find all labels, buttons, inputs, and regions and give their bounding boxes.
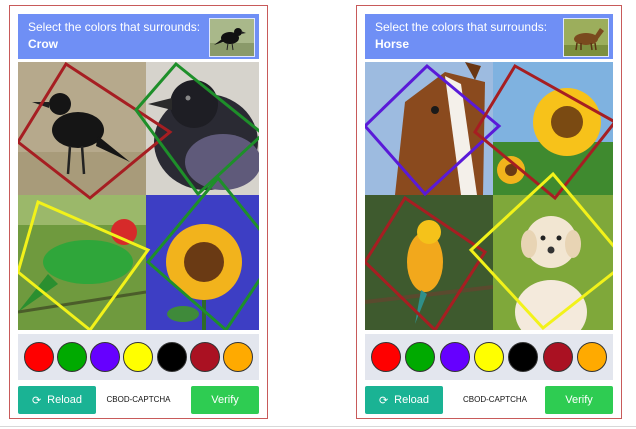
- captcha-prompt: Select the colors that surrounds:: [28, 20, 201, 34]
- captcha-target: Horse: [375, 37, 410, 51]
- captcha-prompt: Select the colors that surrounds:: [375, 20, 548, 34]
- swatch-yellow[interactable]: [123, 342, 154, 372]
- captcha-footer: ⟳ Reload CBOD-CAPTCHA Verify: [365, 386, 613, 416]
- tile-puppy[interactable]: [493, 195, 613, 330]
- swatch-green[interactable]: [405, 342, 436, 372]
- captcha-target: Crow: [28, 37, 58, 51]
- tile-horse-head[interactable]: [365, 62, 493, 195]
- bottom-divider: [0, 426, 636, 427]
- swatch-orange[interactable]: [576, 342, 607, 372]
- captcha-header: Select the colors that surrounds: Horse: [365, 14, 613, 59]
- verify-button[interactable]: Verify: [545, 386, 613, 414]
- tile-crow-on-grass[interactable]: [18, 62, 146, 195]
- swatch-purple[interactable]: [90, 342, 121, 372]
- swatch-darkred[interactable]: [190, 342, 221, 372]
- captcha-widget-crow: Select the colors that surrounds: Crow ⟳…: [9, 5, 268, 419]
- swatch-yellow[interactable]: [473, 342, 504, 372]
- captcha-image-grid[interactable]: [365, 62, 613, 330]
- captcha-header: Select the colors that surrounds: Crow: [18, 14, 259, 59]
- swatch-red[interactable]: [371, 342, 402, 372]
- swatch-red[interactable]: [23, 342, 54, 372]
- swatch-black[interactable]: [508, 342, 539, 372]
- horse-thumbnail: [563, 18, 609, 57]
- captcha-footer: ⟳ Reload CBOD-CAPTCHA Verify: [18, 386, 259, 416]
- tile-green-parrot[interactable]: [18, 195, 147, 330]
- swatch-orange[interactable]: [223, 342, 254, 372]
- swatch-black[interactable]: [156, 342, 187, 372]
- swatch-green[interactable]: [56, 342, 87, 372]
- swatch-purple[interactable]: [439, 342, 470, 372]
- crow-thumbnail: [209, 18, 255, 57]
- color-palette: [365, 334, 613, 380]
- captcha-widget-horse: Select the colors that surrounds: Horse: [356, 5, 622, 419]
- verify-button[interactable]: Verify: [191, 386, 259, 414]
- swatch-darkred[interactable]: [542, 342, 573, 372]
- color-palette: [18, 334, 259, 380]
- captcha-image-grid[interactable]: [18, 62, 259, 330]
